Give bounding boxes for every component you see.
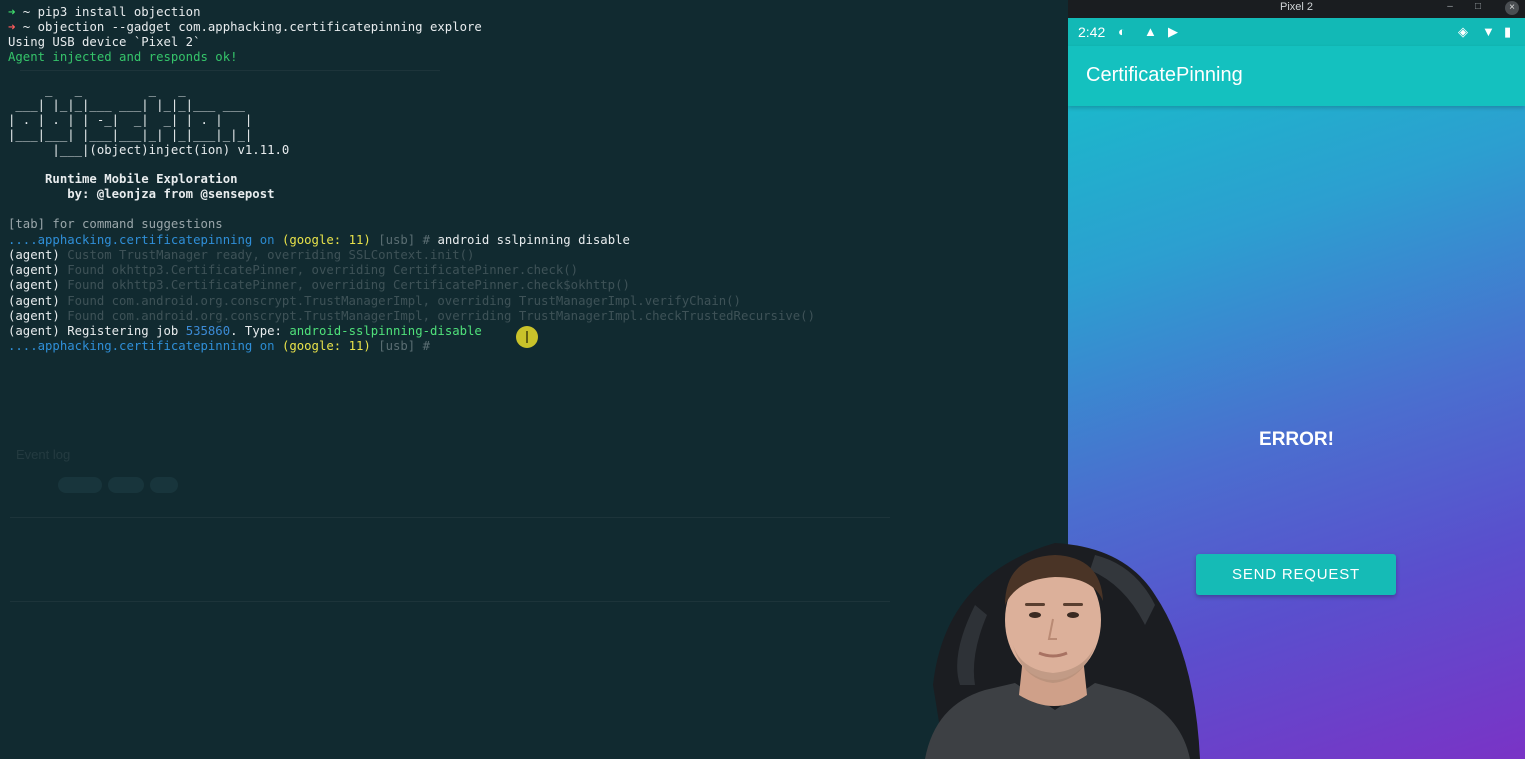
terminal-prompt-current[interactable]: ....apphacking.certificatepinning on (go… xyxy=(8,339,430,354)
app-toolbar: CertificatePinning xyxy=(1068,46,1525,106)
wifi-icon: ▼ xyxy=(1482,24,1495,39)
send-request-button[interactable]: SEND REQUEST xyxy=(1196,554,1396,595)
close-icon[interactable]: × xyxy=(1505,1,1519,15)
terminal-prompt-command: ....apphacking.certificatepinning on (go… xyxy=(8,233,630,247)
app-title: CertificatePinning xyxy=(1086,64,1243,86)
terminal-agent-line: (agent) Found com.android.org.conscrypt.… xyxy=(8,294,741,308)
terminal-line-agent-ok: Agent injected and responds ok! xyxy=(8,50,238,64)
ghost-pill xyxy=(150,477,178,493)
maximize-icon[interactable]: □ xyxy=(1469,0,1487,18)
vibrate-icon: ◈ xyxy=(1458,24,1468,39)
play-store-icon: ▶ xyxy=(1168,24,1178,39)
objection-ascii-logo: _ _ _ _ ___| |_|_|___ ___| |_|_|___ ___ … xyxy=(8,83,290,157)
mouse-cursor-highlight-icon xyxy=(516,326,538,348)
terminal-agent-line: (agent) Custom TrustManager ready, overr… xyxy=(8,248,475,262)
terminal-agent-line: (agent) Found com.android.org.conscrypt.… xyxy=(8,309,815,323)
terminal-line-cmd1: ➜ ~ pip3 install objection xyxy=(8,5,201,19)
battery-icon: ▮ xyxy=(1504,24,1512,39)
terminal-line-cmd2: ➜ ~ objection --gadget com.apphacking.ce… xyxy=(8,20,482,34)
status-time: 2:42 xyxy=(1078,24,1106,40)
data-saver-icon: ◐ xyxy=(1118,24,1126,39)
ghost-rule xyxy=(20,70,440,71)
emulator-titlebar[interactable]: Pixel 2 – □ × xyxy=(1068,0,1525,18)
terminal-agent-line: (agent) Found okhttp3.CertificatePinner,… xyxy=(8,263,579,277)
terminal-line-runtime: Runtime Mobile Exploration xyxy=(8,172,238,186)
terminal-line-tab-hint: [tab] for command suggestions xyxy=(8,217,223,231)
warning-icon: ▲ xyxy=(1144,24,1157,39)
terminal-line-register-job: (agent) Registering job 535860. Type: an… xyxy=(8,324,482,338)
android-status-bar: 2:42 ◐ ▲ ▶ ◈ ▼ ▮ xyxy=(1068,18,1525,46)
ghost-pill xyxy=(58,477,102,493)
terminal-agent-line: (agent) Found okhttp3.CertificatePinner,… xyxy=(8,278,630,292)
error-message: ERROR! xyxy=(1259,429,1334,450)
ghost-event-log-title: Event log xyxy=(16,447,71,462)
ghost-pill xyxy=(108,477,144,493)
minimize-icon[interactable]: – xyxy=(1441,0,1459,18)
ghost-rule xyxy=(10,601,890,602)
ghost-rule xyxy=(10,517,890,518)
webcam-presenter-image xyxy=(925,543,1200,759)
terminal-line-author: by: @leonjza from @sensepost xyxy=(8,187,275,201)
terminal-line-usb: Using USB device `Pixel 2` xyxy=(8,35,201,49)
